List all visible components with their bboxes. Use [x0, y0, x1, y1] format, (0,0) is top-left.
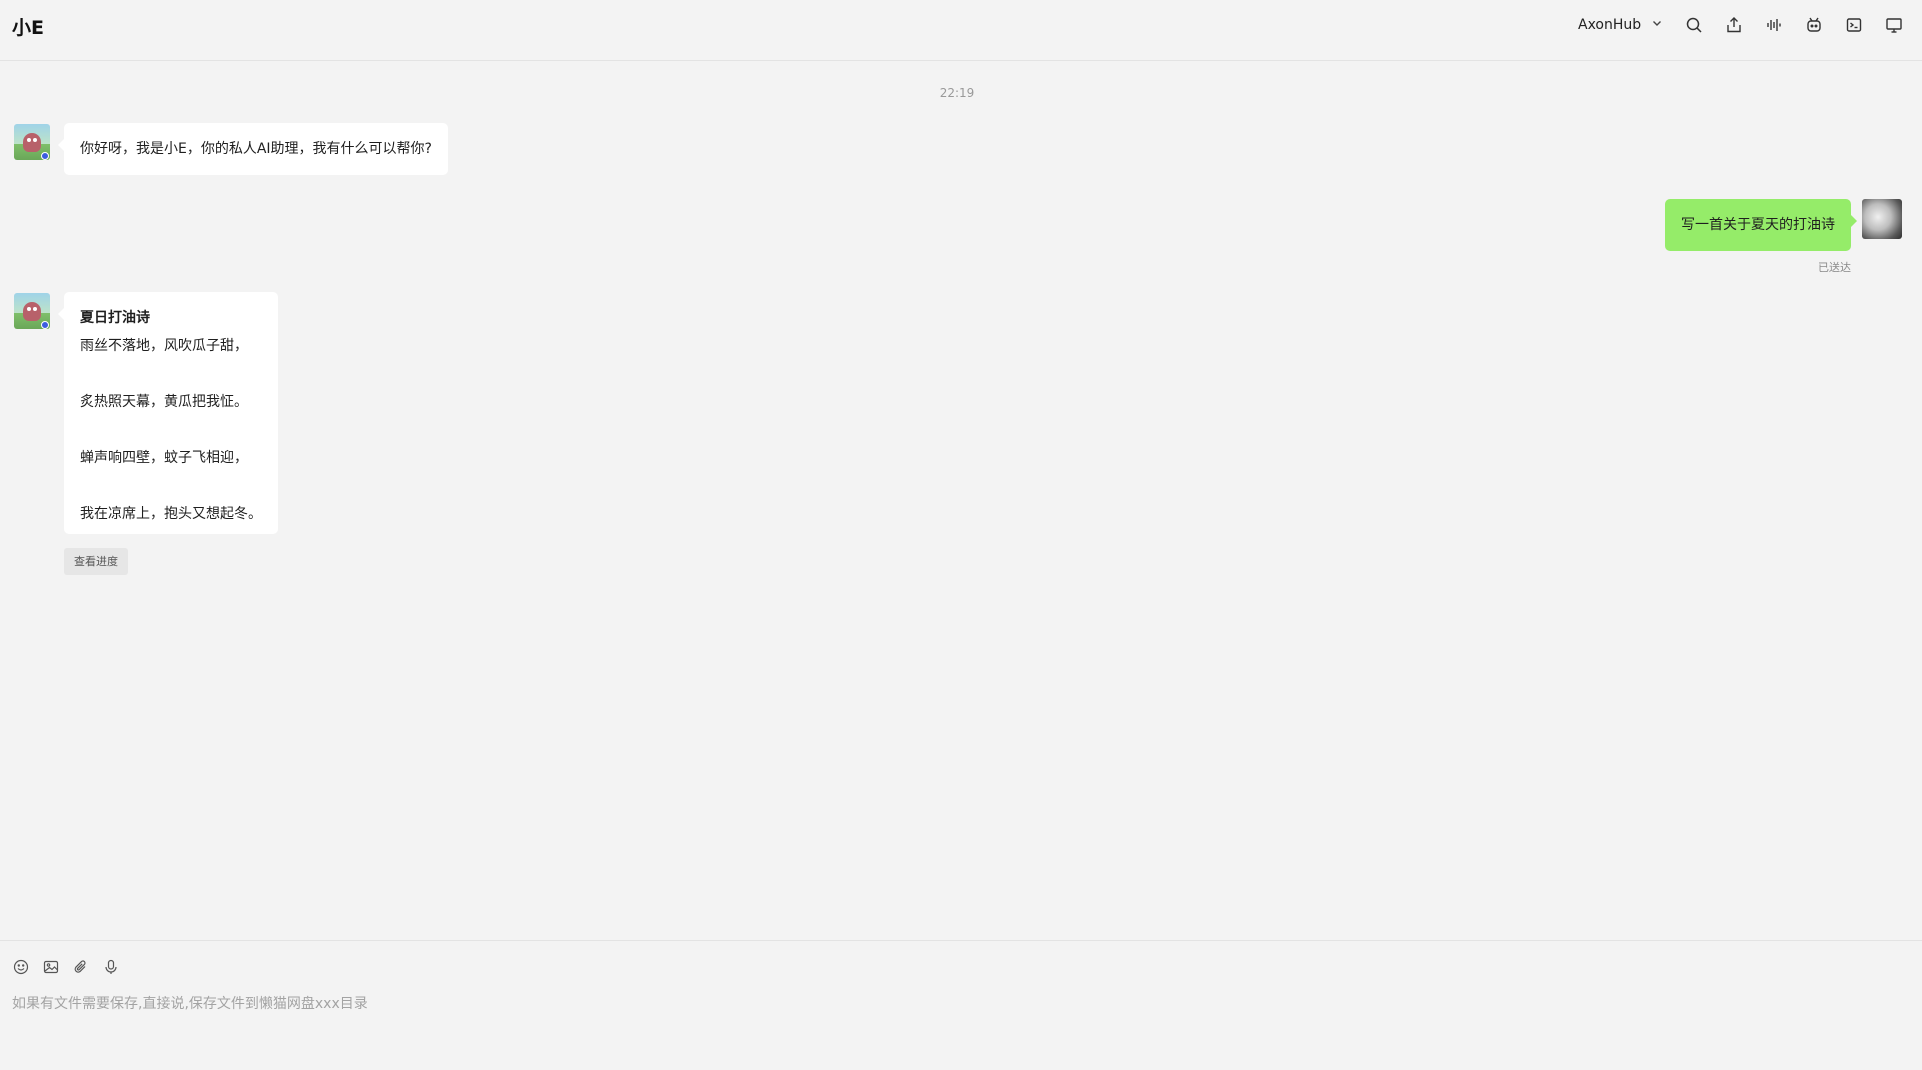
- chevron-down-icon: [1651, 17, 1663, 33]
- image-icon[interactable]: [42, 958, 60, 976]
- robot-icon[interactable]: [1802, 12, 1826, 38]
- emoji-icon[interactable]: [12, 958, 30, 976]
- chat-messages: 22:19 你好呀，我是小E，你的私人AI助理，我有什么可以帮你? 写一首关于夏…: [0, 62, 1922, 940]
- share-icon[interactable]: [1722, 12, 1746, 38]
- message-timestamp: 22:19: [939, 86, 975, 100]
- app-title: 小E: [12, 17, 44, 39]
- poem-line: 雨丝不落地，风吹瓜子甜，: [80, 338, 248, 354]
- attachment-icon[interactable]: [72, 958, 90, 976]
- top-bar: 小E AxonHub: [0, 0, 1922, 61]
- composer-toolbar: [12, 958, 120, 976]
- microphone-icon[interactable]: [102, 958, 120, 976]
- monitor-icon[interactable]: [1882, 12, 1906, 38]
- online-status-dot: [41, 321, 49, 329]
- online-status-dot: [41, 152, 49, 160]
- message-text: 写一首关于夏天的打油诗: [1681, 217, 1835, 233]
- terminal-icon[interactable]: [1842, 12, 1866, 38]
- user-message: 写一首关于夏天的打油诗: [1665, 199, 1857, 251]
- user-avatar[interactable]: [1862, 199, 1902, 239]
- poem-line: 蝉声响四壁，蚊子飞相迎，: [80, 450, 248, 466]
- poem-title: 夏日打油诗: [80, 310, 150, 326]
- delivery-status: 已送达: [1818, 261, 1851, 274]
- assistant-message: 你好呀，我是小E，你的私人AI助理，我有什么可以帮你?: [58, 123, 448, 175]
- header-toolbar: [1682, 12, 1906, 38]
- voice-wave-icon[interactable]: [1762, 12, 1786, 38]
- message-composer: [0, 940, 1922, 1070]
- model-selector-label: AxonHub: [1578, 17, 1642, 33]
- assistant-message: 夏日打油诗 雨丝不落地，风吹瓜子甜， 炙热照天幕，黄瓜把我怔。 蝉声响四壁，蚊子…: [58, 292, 278, 534]
- search-icon[interactable]: [1682, 12, 1706, 38]
- message-input[interactable]: [12, 993, 1902, 1053]
- poem-line: 炙热照天幕，黄瓜把我怔。: [80, 394, 248, 410]
- message-text: 你好呀，我是小E，你的私人AI助理，我有什么可以帮你?: [80, 141, 432, 157]
- model-selector[interactable]: AxonHub: [1578, 14, 1663, 36]
- view-progress-button[interactable]: 查看进度: [64, 548, 128, 575]
- poem-line: 我在凉席上，抱头又想起冬。: [80, 506, 262, 522]
